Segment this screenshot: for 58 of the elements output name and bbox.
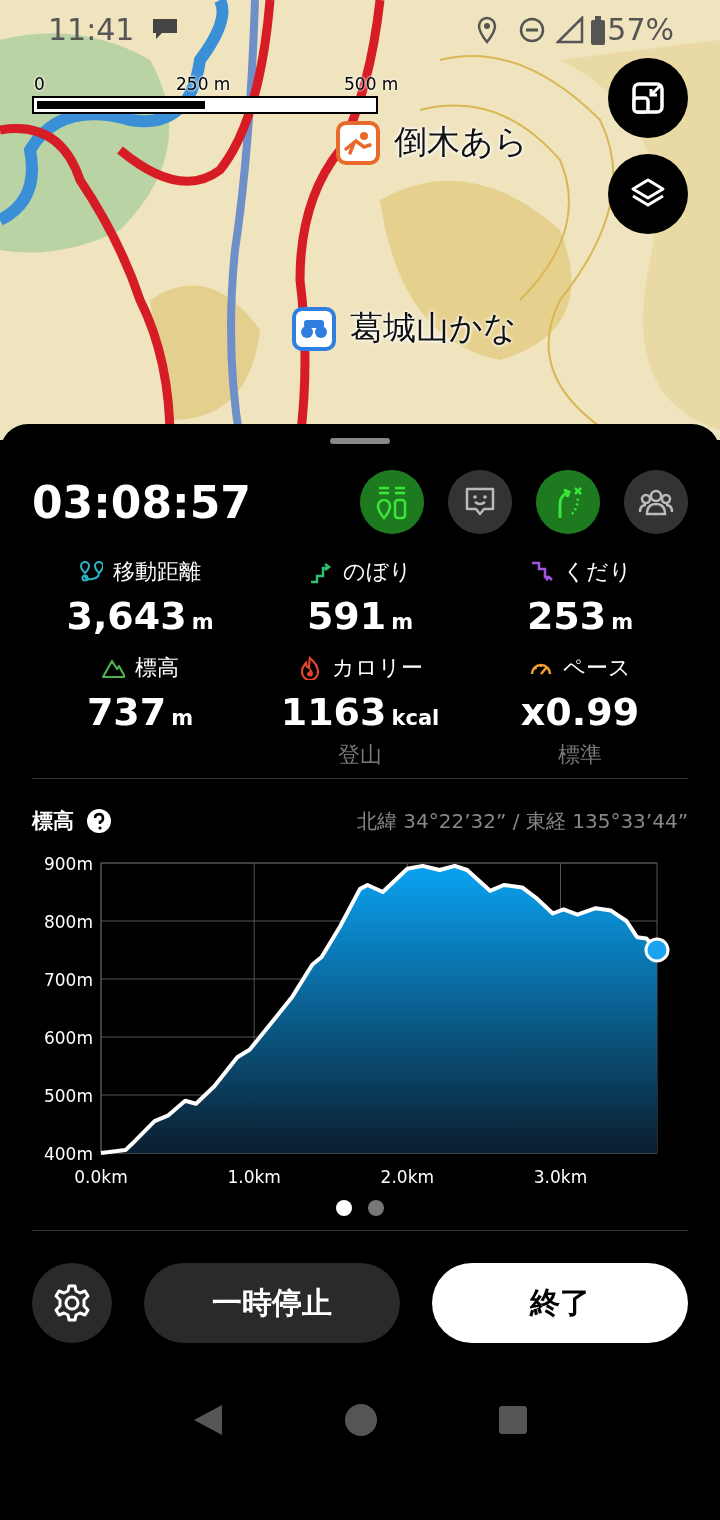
coordinates-text: 北緯 34°22’32” / 東経 135°33’44” [356, 807, 688, 835]
stat-value: 253 [526, 594, 607, 638]
chat-app-icon [150, 16, 180, 42]
back-icon[interactable] [192, 1403, 224, 1437]
map-label: 葛城山かな [350, 307, 517, 349]
battery-percentage: 57% [607, 12, 674, 47]
gear-icon [52, 1283, 92, 1323]
axis-label: 2.0km [380, 1167, 435, 1187]
stat-label: ペース [563, 654, 631, 682]
binoculars-marker-icon[interactable] [292, 306, 336, 351]
axis-label: 0.0km [74, 1167, 128, 1187]
drag-handle[interactable] [330, 438, 390, 444]
elapsed-time: 03:08:57 [32, 476, 251, 528]
axis-label: 900m [44, 854, 93, 874]
stat-unit: m [191, 610, 214, 634]
stat-label: カロリー [331, 654, 423, 682]
current-position-marker [644, 937, 670, 963]
axis-label: 800m [44, 912, 93, 932]
home-icon[interactable] [344, 1403, 378, 1437]
chart-title: 標高 [32, 808, 74, 835]
stat-unit: m [391, 610, 414, 634]
stat-value: 737 [86, 690, 167, 734]
page-indicator-dot[interactable] [368, 1200, 384, 1216]
stat-value: 3,643 [66, 594, 187, 638]
axis-label: 1.0km [227, 1167, 281, 1187]
help-icon[interactable] [86, 808, 112, 834]
status-time: 11:41 [48, 12, 135, 47]
stat-value: 1163 [280, 690, 387, 734]
pause-button[interactable]: 一時停止 [144, 1263, 400, 1343]
page-indicator-dot[interactable] [336, 1200, 352, 1216]
stat-unit: kcal [391, 706, 440, 730]
stat-label: くだり [562, 558, 632, 586]
stat-unit: m [171, 706, 194, 730]
axis-label: 400m [44, 1144, 93, 1164]
stat-value: 591 [306, 594, 387, 638]
location-icon [476, 16, 498, 46]
map-label: 倒木あら [394, 121, 528, 163]
axis-label: 600m [44, 1028, 93, 1048]
stat-label: 標高 [135, 654, 179, 682]
axis-label: 500m [44, 1086, 93, 1106]
stat-unit: m [611, 610, 634, 634]
signal-icon [556, 16, 584, 44]
recent-apps-icon[interactable] [498, 1405, 528, 1435]
stat-note: 標準 [558, 741, 602, 769]
stat-label: のぼり [342, 558, 412, 586]
axis-label: 3.0km [533, 1167, 588, 1187]
battery-icon [590, 16, 606, 46]
stat-value: x0.99 [520, 690, 640, 734]
fallen-person-marker-icon[interactable] [336, 120, 380, 165]
stat-note: 登山 [338, 741, 382, 769]
route-pins-icon [79, 560, 103, 584]
do-not-disturb-icon [518, 16, 546, 44]
axis-label: 700m [44, 970, 93, 990]
scale-label: 0 [34, 74, 45, 94]
ascent-icon [308, 560, 333, 584]
stat-label: 移動距離 [113, 558, 201, 586]
finish-button[interactable]: 終了 [432, 1263, 688, 1343]
shrink-icon [630, 80, 666, 116]
